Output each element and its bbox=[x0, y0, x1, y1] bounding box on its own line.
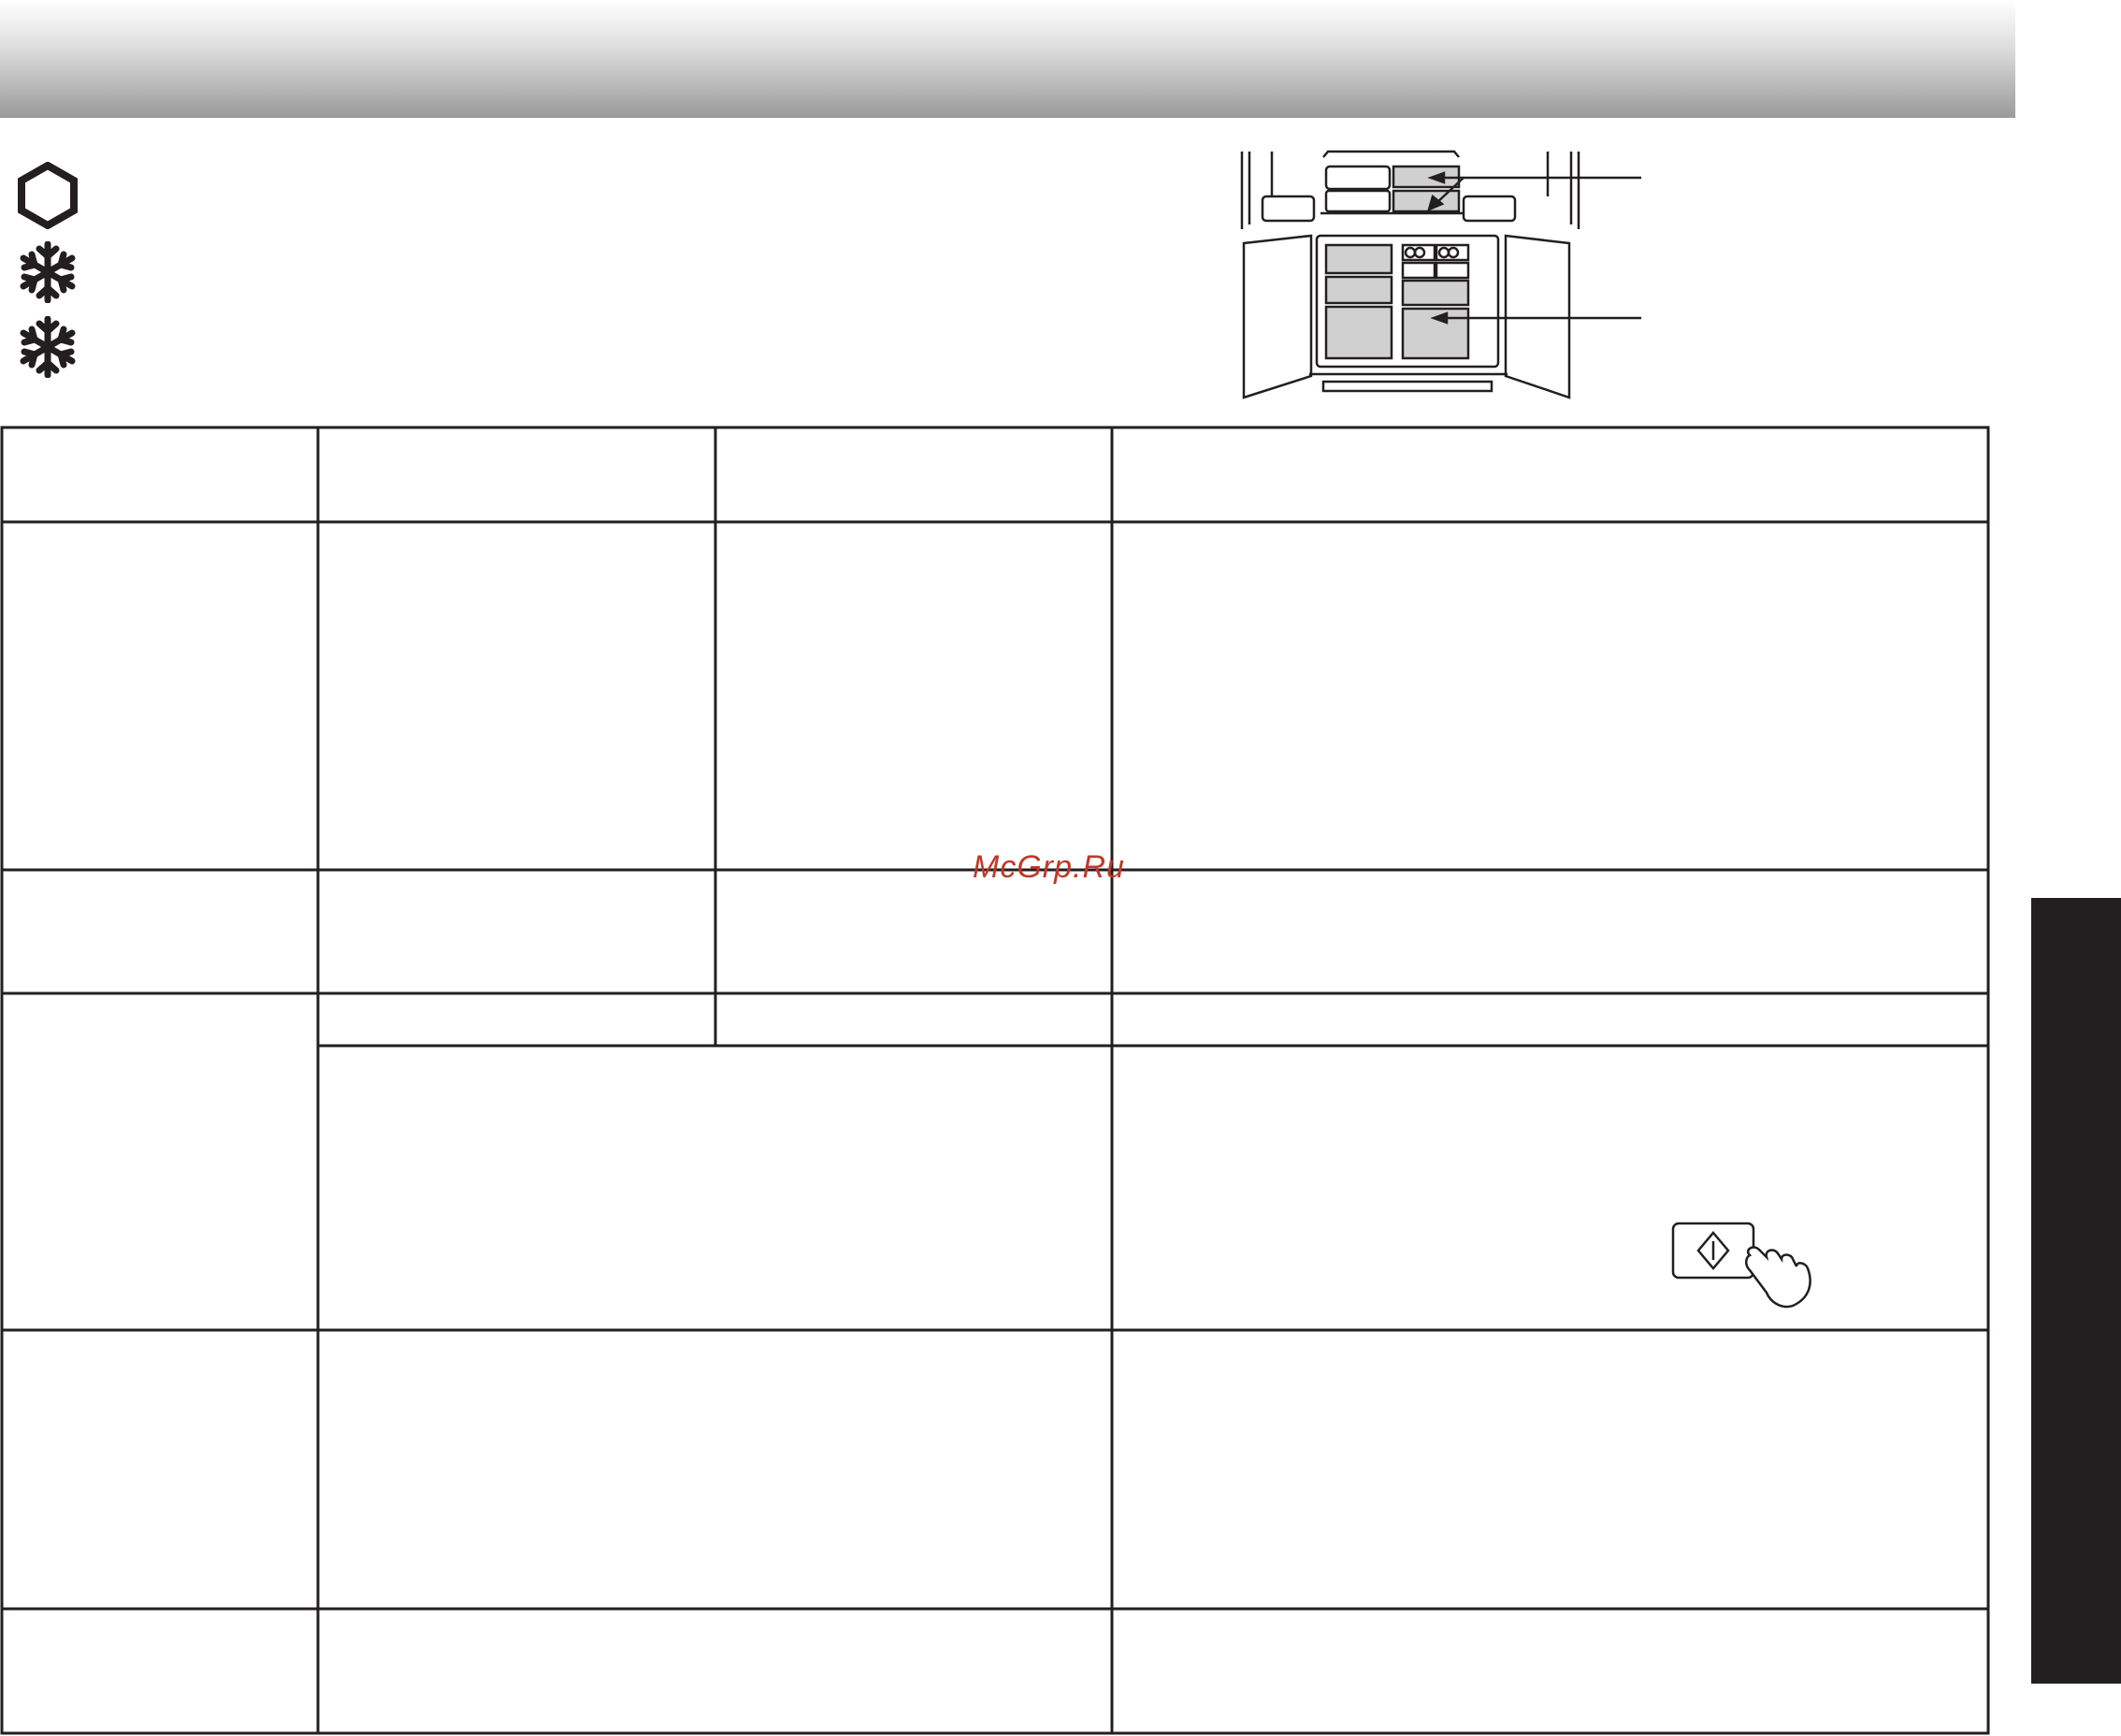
watermark: McGrp.Ru bbox=[973, 849, 1125, 885]
pointing-hand-icon bbox=[1745, 1246, 1811, 1309]
start-button-illustration bbox=[1671, 1222, 1811, 1309]
